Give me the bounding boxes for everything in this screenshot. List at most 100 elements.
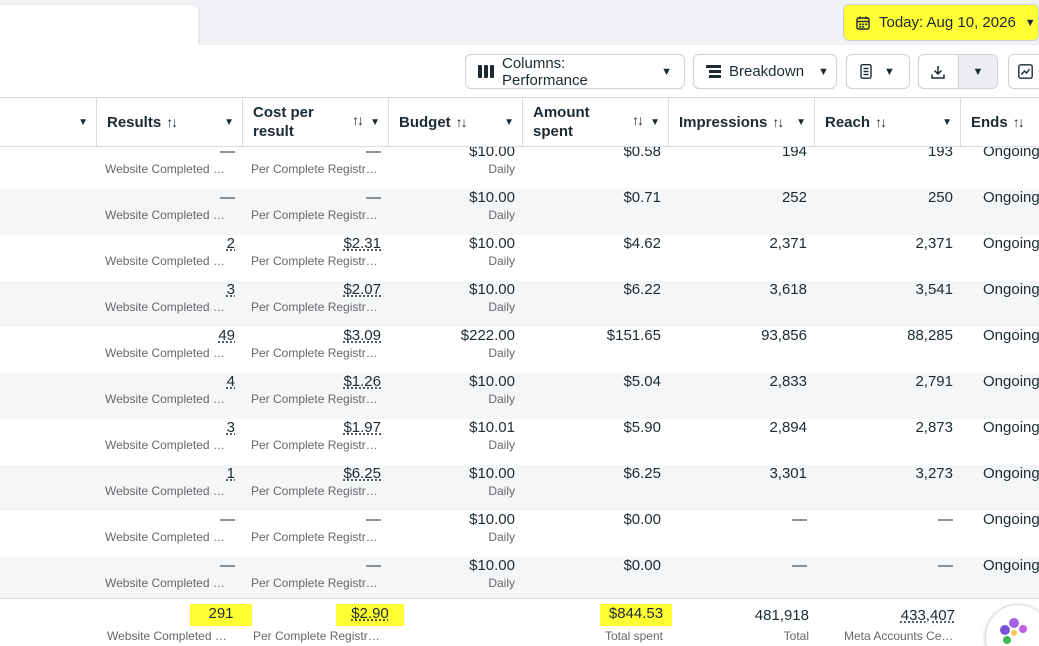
columns-button[interactable]: Columns: Performance ▼ [465,54,685,89]
cell-budget-subtext: Daily [488,254,515,268]
cell-budget: $10.00 [469,189,515,206]
cell-spent: $0.71 [623,189,661,206]
column-header-cost-per-result[interactable]: Cost per result ↑↓ ▼ [243,98,389,146]
cell-reach: 2,791 [915,373,953,390]
column-header-impressions[interactable]: Impressions ↑↓ ▼ [669,98,815,146]
cell-budget-subtext: Daily [488,208,515,222]
cell-impressions: 2,371 [769,235,807,252]
columns-label: Columns: Performance [502,54,588,89]
cell-budget-subtext: Daily [488,300,515,314]
cell-ends: Ongoing [983,281,1039,298]
cell-cpr[interactable]: $3.09 [343,327,381,344]
cell-cpr[interactable]: $1.97 [343,419,381,436]
cell-results[interactable]: 3 [227,281,235,298]
cell-cpr[interactable]: $2.31 [343,235,381,252]
table-row[interactable]: 1 Website Completed Registrations $6.25 Per… [0,465,1039,511]
cell-ends: Ongoing [983,465,1039,482]
cell-results[interactable]: 3 [227,419,235,436]
table-row[interactable]: 3 Website Completed Registrations $1.97 Per… [0,419,1039,465]
date-range-button[interactable]: Today: Aug 10, 2026 ▼ [843,4,1039,41]
chevron-down-icon: ▼ [884,65,895,78]
total-results-label: Website Completed Registrations [107,629,235,643]
table-row[interactable]: 4 Website Completed Registrations $1.26 Per… [0,373,1039,419]
cell-budget-subtext: Daily [488,392,515,406]
reports-button[interactable]: ▼ [846,54,910,89]
total-cost-per-result[interactable]: $2.90 [336,604,404,626]
table-row[interactable]: — Website Completed Registrations — Per Com… [0,511,1039,557]
cell-ends: Ongoing [983,147,1039,160]
cell-spent: $5.04 [623,373,661,390]
export-options-button[interactable]: ▼ [957,55,997,88]
cell-cpr-subtext: Per Complete Registration [251,300,379,314]
table-row[interactable]: 2 Website Completed Registrations $2.31 Per… [0,235,1039,281]
calendar-icon [856,16,870,30]
cell-budget: $10.00 [469,147,515,160]
table-header: ▼ Results ↑↓ ▼ Cost per result ↑↓ ▼ Budg… [0,97,1039,147]
cell-cpr: — [366,511,381,528]
total-amount-spent: $844.53 [600,604,672,626]
cell-cpr[interactable]: $2.07 [343,281,381,298]
cell-spent: $5.90 [623,419,661,436]
chevron-down-icon: ▼ [78,117,88,128]
table-row[interactable]: — Website Completed Registrations — Per Com… [0,189,1039,235]
cell-reach: 193 [927,147,953,160]
cell-reach: 250 [927,189,953,206]
cell-impressions: — [792,511,807,528]
cell-cpr[interactable]: $6.25 [343,465,381,482]
export-split-button: ▼ [918,54,998,89]
breakdown-button[interactable]: Breakdown ▼ [693,54,837,89]
table-totals-row: 291 Website Completed Registrations $2.9… [0,598,1039,646]
cell-impressions: 3,618 [769,281,807,298]
table-row[interactable]: 3 Website Completed Registrations $2.07 Per… [0,281,1039,327]
cell-results: — [220,557,235,574]
cell-budget: $10.00 [469,373,515,390]
cell-results-subtext: Website Completed Registrations [105,576,233,590]
cell-spent: $151.65 [606,327,661,344]
column-header-amount-spent[interactable]: Amount spent ↑↓ ▼ [523,98,669,146]
chevron-down-icon: ▼ [504,117,514,128]
cell-cpr[interactable]: $1.26 [343,373,381,390]
cell-results[interactable]: 1 [227,465,235,482]
chevron-down-icon: ▼ [224,117,234,128]
cell-cpr-subtext: Per Complete Registration [251,254,379,268]
charts-button[interactable] [1008,54,1039,89]
cell-cpr: — [366,557,381,574]
cell-impressions: 194 [781,147,807,160]
column-header-label: Cost per result [253,104,314,140]
total-impressions: 481,918 [754,607,809,624]
chevron-down-icon: ▼ [972,65,984,78]
chevron-down-icon: ▼ [818,65,829,78]
date-range-label: Today: Aug 10, 2026 [879,14,1016,31]
table-row[interactable]: 49 Website Completed Registrations $3.09 Pe… [0,327,1039,373]
chevron-down-icon: ▼ [650,117,660,128]
cell-cpr-subtext: Per Complete Registration [251,438,379,452]
table-row[interactable]: — Website Completed Registrations — Per Com… [0,147,1039,189]
toolbar: Columns: Performance ▼ Breakdown ▼ ▼ ▼ [0,45,1039,97]
sort-icon: ↑↓ [632,112,644,128]
export-button[interactable] [919,55,958,88]
column-header-label: Results [107,113,162,131]
total-results: 291 [190,604,252,626]
column-header-name[interactable]: ▼ [0,98,97,146]
cell-budget-subtext: Daily [488,484,515,498]
column-header-label: Budget [399,113,451,131]
total-reach[interactable]: 433,407 [855,607,955,624]
reports-icon [860,64,872,79]
column-header-budget[interactable]: Budget ↑↓ ▼ [389,98,523,146]
cell-cpr-subtext: Per Complete Registration [251,392,379,406]
table-row[interactable]: — Website Completed Registrations — Per Com… [0,557,1039,598]
cell-cpr-subtext: Per Complete Registration [251,208,379,222]
cell-results[interactable]: 2 [227,235,235,252]
cell-impressions: 93,856 [761,327,807,344]
cell-budget-subtext: Daily [488,530,515,544]
column-header-reach[interactable]: Reach ↑↓ ▼ [815,98,961,146]
cell-results[interactable]: 4 [227,373,235,390]
column-header-results[interactable]: Results ↑↓ ▼ [97,98,243,146]
cell-budget: $10.00 [469,235,515,252]
cell-results[interactable]: 49 [218,327,235,344]
cell-results: — [220,147,235,160]
cell-results-subtext: Website Completed Registrations [105,438,233,452]
chevron-down-icon: ▼ [370,117,380,128]
total-cost-per-result-label: Per Complete Registration [253,629,381,643]
column-header-ends[interactable]: Ends ↑↓ [961,98,1039,146]
